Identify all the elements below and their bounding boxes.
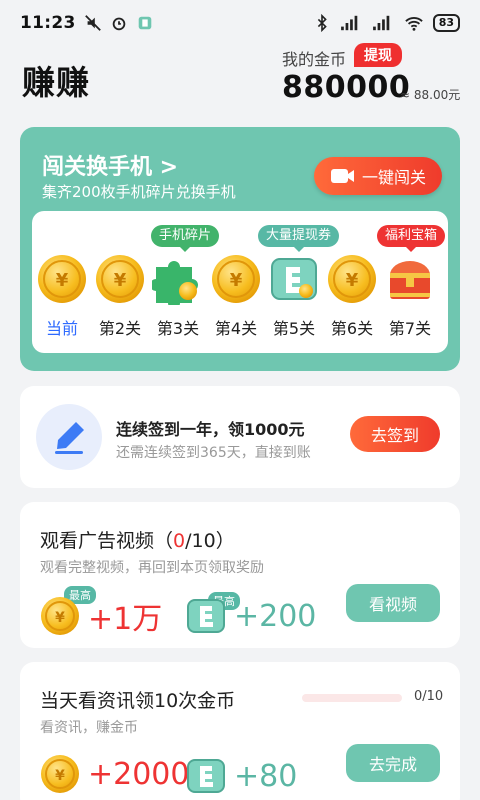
coin-reward: ¥ +1万	[40, 594, 162, 638]
level-7-tag: 福利宝箱	[377, 225, 446, 252]
svg-text:¥: ¥	[114, 270, 127, 291]
withdraw-button[interactable]: 提现	[354, 43, 402, 67]
news-progress-bar	[302, 694, 402, 702]
signin-icon-wrap	[36, 404, 102, 470]
news-task-title: 当天看资讯领10次金币	[40, 690, 236, 712]
one-click-challenge-button[interactable]: 一键闯关	[314, 157, 442, 195]
battery-indicator: 83	[432, 14, 460, 32]
svg-text:¥: ¥	[346, 270, 359, 291]
wifi-icon	[404, 17, 423, 31]
signin-button[interactable]: 去签到	[350, 416, 440, 452]
voucher-reward: +200	[186, 596, 316, 636]
level-item-5[interactable]: 第5关	[266, 253, 322, 339]
signin-card: 连续签到一年，领1000元 还需连续签到365天，直接到账 去签到	[20, 386, 460, 488]
treasure-chest-icon	[390, 261, 430, 299]
mute-icon	[84, 15, 101, 31]
video-progress-count: 0	[173, 530, 186, 552]
coins-value: 880000	[282, 70, 411, 105]
level-item-1[interactable]: ¥ 当前	[34, 253, 90, 339]
level-item-4[interactable]: ¥ 第4关	[208, 253, 264, 339]
news-task-card: 当天看资讯领10次金币 0/10 看资讯，赚金币 ¥ +2000 +80 去完成	[20, 662, 460, 800]
bluetooth-icon	[317, 14, 327, 32]
signin-title: 连续签到一年，领1000元	[116, 420, 305, 439]
alarm-icon	[112, 17, 125, 31]
gold-coin-icon: ¥	[41, 597, 79, 635]
news-task-subtitle: 看资讯，赚金币	[40, 720, 138, 736]
level-item-7[interactable]: 第7关	[382, 253, 438, 339]
level-label: 第6关	[330, 319, 374, 338]
withdraw-voucher-icon	[187, 759, 225, 793]
level-label: 第4关	[214, 319, 258, 338]
news-voucher-amount: +80	[234, 758, 298, 794]
level-label: 第7关	[388, 319, 432, 338]
level-item-2[interactable]: ¥ 第2关	[92, 253, 148, 339]
level-label: 当前	[45, 319, 78, 338]
coins-rmb-value: ≈ 88.00元	[400, 88, 461, 102]
coins-label: 我的金币	[282, 50, 347, 69]
withdraw-voucher-icon	[187, 599, 225, 633]
puzzle-piece-icon	[150, 261, 198, 309]
signin-subtitle: 还需连续签到365天，直接到账	[116, 445, 311, 461]
challenge-card[interactable]: 闯关换手机 > 集齐200枚手机碎片兑换手机 一键闯关 手机碎片 大量提现券 福…	[20, 127, 460, 371]
voucher-reward-amount: +200	[234, 598, 317, 634]
news-voucher-reward: +80	[186, 756, 297, 796]
gold-coin-icon: ¥	[328, 255, 376, 303]
gold-coin-icon: ¥	[212, 255, 260, 303]
watch-video-button[interactable]: 看视频	[346, 584, 440, 622]
challenge-title[interactable]: 闯关换手机 >	[42, 149, 178, 181]
challenge-button-label: 一键闯关	[361, 168, 426, 187]
level-label: 第3关	[156, 319, 200, 338]
gold-coin-icon: ¥	[41, 755, 79, 793]
news-progress-text: 0/10	[414, 689, 444, 704]
complete-news-button[interactable]: 去完成	[346, 744, 440, 782]
signal-icon	[340, 15, 357, 31]
svg-text:¥: ¥	[55, 610, 65, 626]
svg-text:¥: ¥	[55, 768, 65, 784]
news-coin-amount: +2000	[88, 756, 190, 792]
level-item-6[interactable]: ¥ 第6关	[324, 253, 380, 339]
challenge-subtitle: 集齐200枚手机碎片兑换手机	[42, 183, 236, 201]
gold-coin-icon: ¥	[38, 255, 86, 303]
video-task-card: 观看广告视频（0/10） 观看完整视频，再回到本页领取奖励 最高 ¥ +1万 最…	[20, 502, 460, 648]
level-label: 第5关	[272, 319, 316, 338]
svg-text:¥: ¥	[56, 270, 69, 291]
video-task-title: 观看广告视频（0/10）	[40, 526, 235, 553]
video-title-prefix: 观看广告视频（	[40, 530, 174, 552]
coin-reward-amount: +1万	[88, 602, 163, 637]
status-time: 11:23	[20, 13, 76, 33]
video-camera-icon	[330, 169, 354, 183]
gold-coin-icon: ¥	[96, 255, 144, 303]
app-notification-icon	[138, 16, 151, 30]
news-coin-reward: ¥ +2000	[40, 754, 189, 794]
video-task-subtitle: 观看完整视频，再回到本页领取奖励	[40, 560, 264, 576]
video-title-suffix: /10）	[185, 530, 235, 552]
level-item-3[interactable]: 第3关	[150, 253, 206, 339]
level-5-tag: 大量提现券	[258, 225, 340, 252]
withdraw-voucher-icon	[271, 258, 317, 300]
status-bar: 11:23 83	[0, 0, 480, 46]
level-3-tag: 手机碎片	[151, 225, 220, 252]
signal-icon-2	[372, 15, 389, 31]
page-title: 赚赚	[22, 63, 90, 102]
level-label: 第2关	[98, 319, 142, 338]
pencil-icon	[55, 422, 84, 454]
svg-text:¥: ¥	[230, 270, 243, 291]
level-panel: 手机碎片 大量提现券 福利宝箱 ¥ 当前 ¥ 第2关 第3关 ¥ 第4关 第5关	[32, 211, 448, 353]
